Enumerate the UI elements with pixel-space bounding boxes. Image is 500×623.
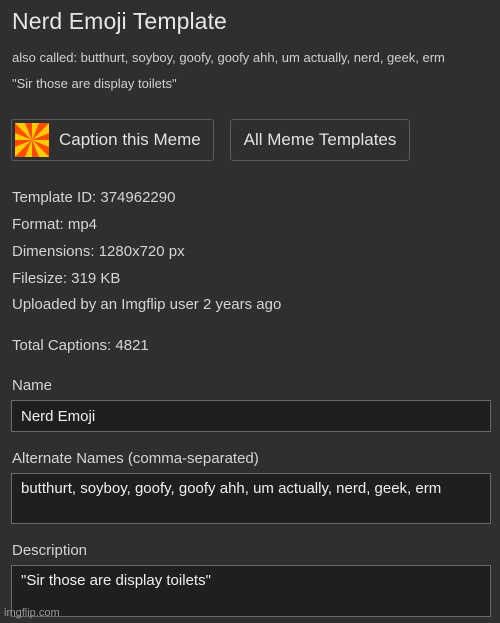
filesize: Filesize: 319 KB [12, 270, 121, 287]
format: Format: mp4 [12, 216, 98, 233]
caption-this-meme-button[interactable]: Caption this Meme [11, 119, 214, 161]
alternate-names-textarea[interactable]: butthurt, soyboy, goofy, goofy ahh, um a… [11, 473, 491, 524]
imgflip-logo-icon [15, 123, 49, 157]
uploaded-by: Uploaded by an Imgflip user 2 years ago [12, 296, 282, 313]
caption-button-label: Caption this Meme [59, 130, 201, 149]
description-label: Description [12, 542, 88, 559]
all-meme-templates-button[interactable]: All Meme Templates [230, 119, 410, 161]
name-label: Name [12, 377, 53, 394]
dimensions: Dimensions: 1280x720 px [12, 243, 185, 260]
alternate-names-label: Alternate Names (comma-separated) [12, 450, 259, 467]
also-called-text: also called: butthurt, soyboy, goofy, go… [12, 50, 445, 65]
name-input[interactable] [11, 400, 491, 432]
total-captions: Total Captions: 4821 [12, 337, 149, 354]
page-title: Nerd Emoji Template [12, 8, 227, 34]
imgflip-watermark: imgflip.com [4, 607, 60, 619]
template-quote: "Sir those are display toilets" [12, 76, 177, 91]
description-textarea[interactable]: "Sir those are display toilets" [11, 565, 491, 617]
template-id: Template ID: 374962290 [12, 189, 176, 206]
